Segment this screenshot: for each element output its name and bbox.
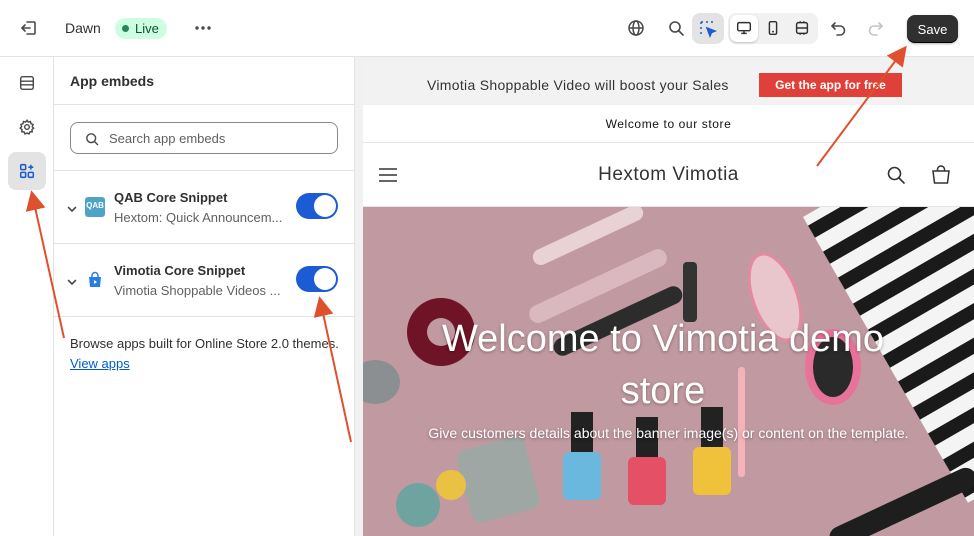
chevron-down-icon[interactable] (66, 202, 78, 220)
sidebar-rail (0, 57, 54, 536)
mobile-view-button[interactable] (759, 15, 787, 42)
live-badge-label: Live (135, 21, 159, 36)
live-status-badge: Live (115, 18, 167, 39)
browse-apps-note: Browse apps built for Online Store 2.0 t… (70, 334, 340, 374)
hero-subtitle: Give customers details about the banner … (428, 425, 909, 441)
announcement-bar: Welcome to our store (363, 105, 974, 143)
search-input[interactable] (109, 129, 329, 147)
device-switcher (728, 13, 818, 44)
globe-icon[interactable] (626, 18, 646, 38)
view-apps-link[interactable]: View apps (70, 356, 130, 371)
undo-icon[interactable] (829, 18, 849, 38)
qab-logo-text: QAB (86, 201, 104, 210)
embed-name: QAB Core Snippet (114, 190, 228, 205)
embed-description: Hextom: Quick Announcem... (114, 210, 283, 225)
toggle-knob (314, 195, 336, 217)
search-icon (86, 133, 99, 146)
vimotia-app-logo (85, 270, 105, 290)
store-preview: Vimotia Shoppable Video will boost your … (355, 57, 974, 536)
get-app-button[interactable]: Get the app for free (759, 73, 902, 97)
toggle-knob (314, 268, 336, 290)
exit-icon[interactable] (19, 18, 39, 38)
fullscreen-view-button[interactable] (788, 15, 816, 42)
embed-description: Vimotia Shoppable Videos ... (114, 283, 281, 298)
browse-apps-text: Browse apps built for Online Store 2.0 t… (70, 336, 339, 351)
store-header: Hextom Vimotia (363, 143, 974, 207)
redo-icon[interactable] (865, 18, 885, 38)
embed-name: Vimotia Core Snippet (114, 263, 246, 278)
gear-icon (19, 119, 35, 135)
hero-title: Welcome to Vimotia demo store (441, 318, 885, 412)
promo-text: Vimotia Shoppable Video will boost your … (427, 77, 729, 93)
sidebar-item-theme-settings[interactable] (8, 108, 46, 146)
sections-icon (19, 75, 35, 91)
search-icon[interactable] (886, 165, 906, 190)
embed-toggle[interactable] (296, 193, 338, 219)
promo-banner: Vimotia Shoppable Video will boost your … (363, 65, 974, 105)
qab-app-logo: QAB (85, 197, 105, 217)
list-item: QAB QAB Core Snippet Hextom: Quick Annou… (54, 171, 354, 243)
more-actions-icon[interactable] (193, 18, 213, 38)
divider (54, 104, 354, 105)
app-embeds-panel: App embeds QAB QAB Core Snippet Hextom: … (54, 57, 355, 536)
sidebar-item-app-embeds[interactable] (8, 152, 46, 190)
divider (54, 316, 354, 317)
search-field[interactable] (70, 122, 338, 154)
list-item: Vimotia Core Snippet Vimotia Shoppable V… (54, 244, 354, 316)
apps-icon (19, 163, 35, 179)
theme-name: Dawn (65, 20, 101, 36)
top-bar: Dawn Live Save (0, 0, 974, 57)
panel-title: App embeds (70, 73, 155, 89)
save-button[interactable]: Save (907, 15, 958, 43)
hero-banner: Welcome to Vimotia demo store Give custo… (363, 207, 974, 536)
inspector-toggle-button[interactable] (692, 13, 724, 44)
desktop-view-button[interactable] (730, 15, 758, 42)
embed-toggle[interactable] (296, 266, 338, 292)
preview-frame: Vimotia Shoppable Video will boost your … (363, 65, 974, 536)
chevron-down-icon[interactable] (66, 275, 78, 293)
live-dot-icon (122, 25, 129, 32)
search-icon[interactable] (666, 18, 686, 38)
store-name: Hextom Vimotia (598, 164, 739, 185)
cart-icon[interactable] (930, 164, 952, 191)
sidebar-item-sections[interactable] (8, 64, 46, 102)
